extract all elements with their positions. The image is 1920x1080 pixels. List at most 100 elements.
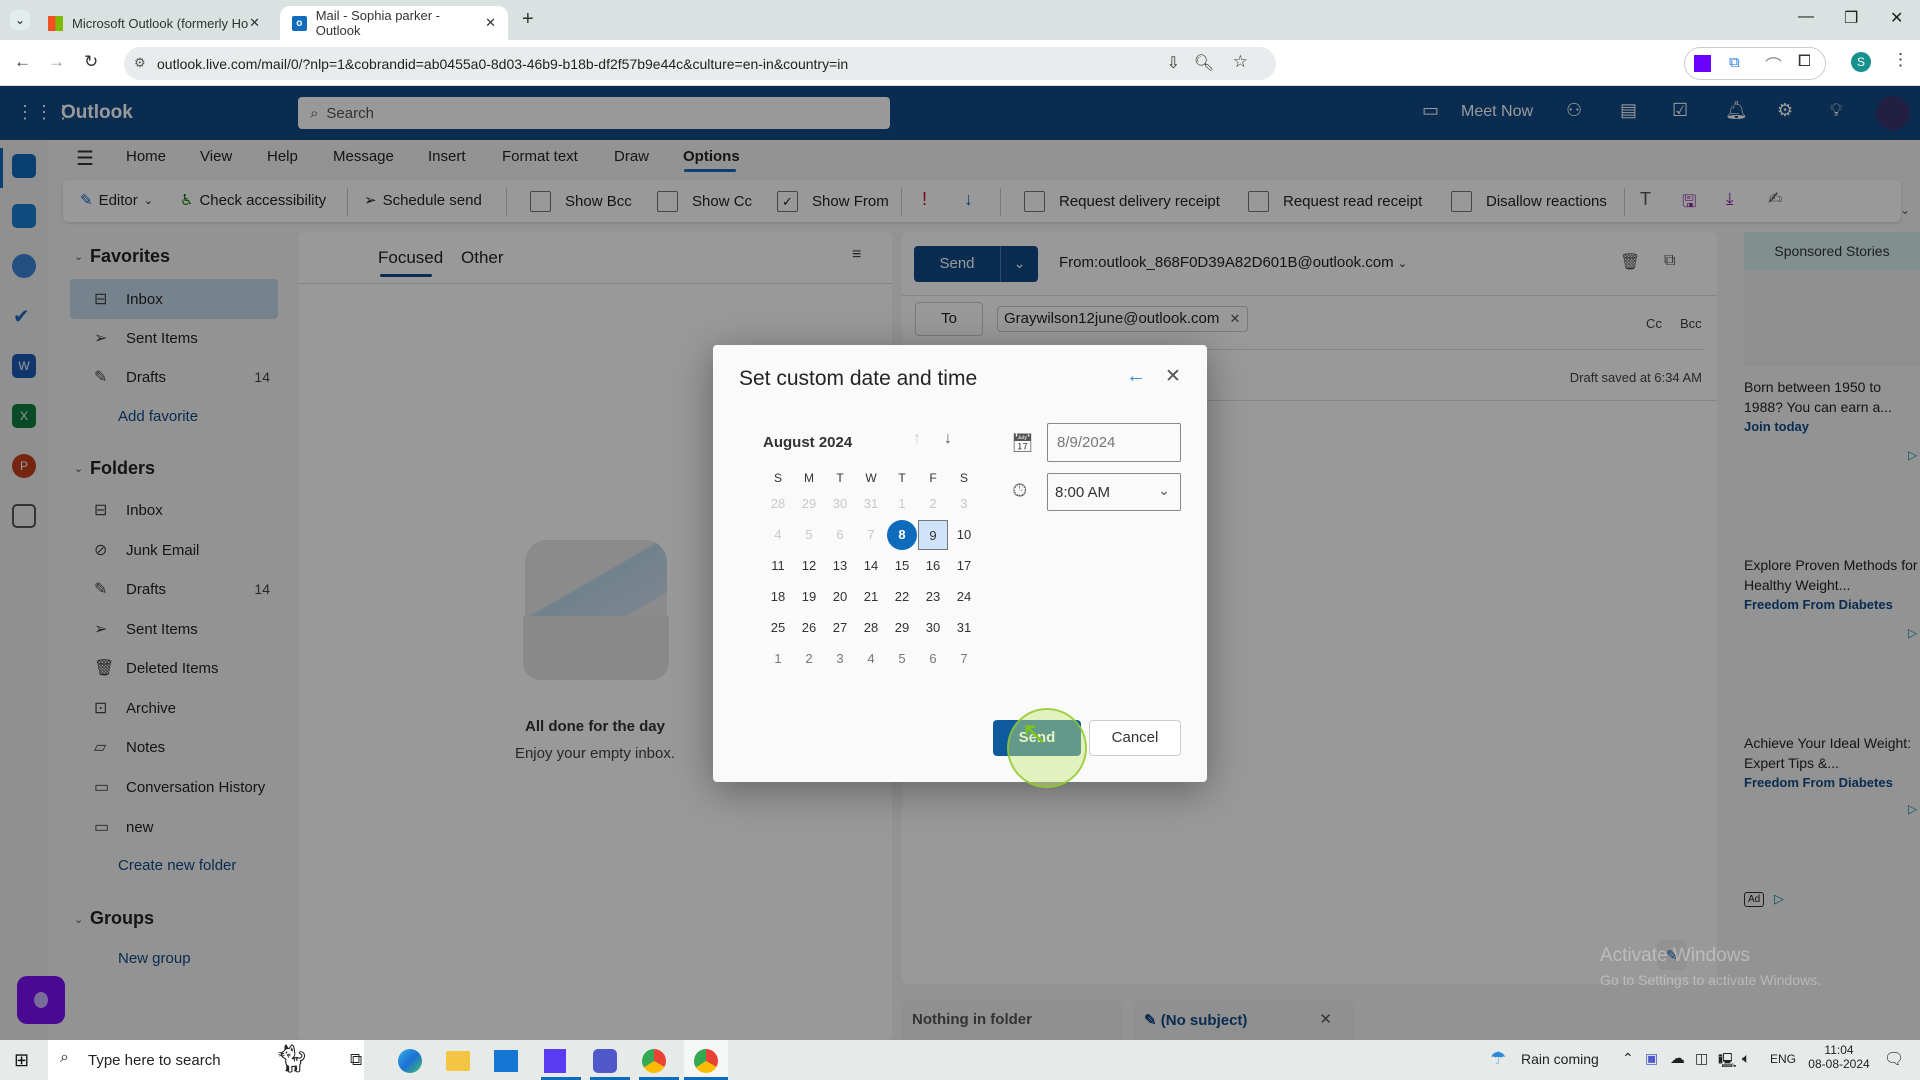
- onedrive-icon[interactable]: ☁: [1670, 1049, 1685, 1067]
- new-tab-button[interactable]: +: [522, 8, 534, 31]
- extension-icon[interactable]: ⌒: [1765, 52, 1782, 77]
- extension-icon[interactable]: [1694, 55, 1711, 72]
- weather-icon[interactable]: ☂: [1490, 1048, 1506, 1069]
- bookmark-star-icon[interactable]: ☆: [1233, 52, 1248, 72]
- close-dialog-icon[interactable]: ✕: [1165, 365, 1181, 388]
- calendar-day[interactable]: 12: [794, 551, 824, 581]
- calendar-day: 31: [863, 496, 879, 511]
- language-indicator[interactable]: ENG: [1770, 1052, 1796, 1066]
- calendar-day[interactable]: 7: [949, 644, 979, 674]
- close-tab-icon[interactable]: ✕: [249, 15, 260, 31]
- previous-month-arrow-icon[interactable]: ↑: [913, 430, 921, 448]
- restore-button[interactable]: ❐: [1844, 8, 1858, 28]
- extension-icon[interactable]: ⧉: [1729, 54, 1740, 71]
- calendar-grid: S M T W T F S 28 29 30 31 1 2 3 4 5 6 7 8 9 10 11 12 13 14 15 16 17…: [763, 463, 983, 683]
- minimize-button[interactable]: —: [1798, 8, 1814, 26]
- calendar-day[interactable]: 21: [856, 582, 886, 612]
- calendar-day: 28: [770, 496, 786, 511]
- search-icon: ⌕: [60, 1049, 69, 1066]
- browser-menu-icon[interactable]: ⋮: [1892, 50, 1909, 70]
- calendar-day[interactable]: 19: [794, 582, 824, 612]
- date-input[interactable]: 8/9/2024: [1047, 423, 1181, 462]
- chrome-icon[interactable]: [694, 1049, 718, 1073]
- calendar-day[interactable]: 5: [887, 644, 917, 674]
- calendar-month-label: August 2024: [763, 434, 853, 451]
- calendar-day[interactable]: 18: [763, 582, 793, 612]
- calendar-day: 30: [832, 496, 848, 511]
- task-view-icon[interactable]: ⧉: [350, 1050, 362, 1070]
- activate-windows-subtitle: Go to Settings to activate Windows.: [1600, 972, 1821, 988]
- forward-button[interactable]: →: [48, 52, 65, 72]
- dialog-title: Set custom date and time: [739, 367, 978, 390]
- next-month-arrow-icon[interactable]: ↓: [944, 430, 952, 448]
- calendar-day[interactable]: 27: [825, 613, 855, 643]
- calendar-day[interactable]: 17: [949, 551, 979, 581]
- calendar-day: 5: [805, 527, 813, 542]
- calendar-day[interactable]: 15: [887, 551, 917, 581]
- calendar-day[interactable]: 8: [887, 520, 917, 550]
- back-button[interactable]: ←: [14, 52, 31, 72]
- calendar-day: 2: [929, 496, 937, 511]
- calendar-day[interactable]: 16: [918, 551, 948, 581]
- calendar-day: 7: [867, 527, 875, 542]
- calendar-day: 3: [960, 496, 968, 511]
- address-bar[interactable]: ⚙ outlook.live.com/mail/0/?nlp=1&cobrand…: [124, 47, 1276, 80]
- calendar-day[interactable]: 14: [856, 551, 886, 581]
- network-icon[interactable]: 🖳︎: [1718, 1050, 1737, 1074]
- browser-tab-microsoft[interactable]: Microsoft Outlook (formerly Ho ✕: [36, 6, 272, 40]
- volume-icon[interactable]: 🔈︎: [1742, 1050, 1750, 1067]
- install-app-icon[interactable]: ⇩: [1167, 53, 1180, 73]
- windows-start-icon[interactable]: ⊞: [14, 1050, 29, 1071]
- outlook-icon: o: [292, 15, 307, 31]
- calendar-day[interactable]: 11: [763, 551, 793, 581]
- calendar-day[interactable]: 24: [949, 582, 979, 612]
- calendar-day[interactable]: 26: [794, 613, 824, 643]
- calendar-day[interactable]: 20: [825, 582, 855, 612]
- site-info-icon[interactable]: ⚙: [134, 55, 146, 71]
- close-tab-icon[interactable]: ✕: [485, 15, 496, 31]
- cat-illustration-icon: 🐈︎: [274, 1043, 310, 1074]
- tab-search-button[interactable]: ⌄: [10, 10, 30, 30]
- calendar-day[interactable]: 6: [918, 644, 948, 674]
- calendar-day: 4: [774, 527, 782, 542]
- close-window-button[interactable]: ✕: [1890, 8, 1903, 28]
- zoom-icon[interactable]: 🔍︎: [1194, 53, 1214, 73]
- calendar-day[interactable]: 30: [918, 613, 948, 643]
- calendar-day[interactable]: 22: [887, 582, 917, 612]
- mail-app-icon[interactable]: [494, 1050, 518, 1072]
- dialog-cancel-button[interactable]: Cancel: [1089, 720, 1181, 756]
- teams-tray-icon[interactable]: ▣: [1645, 1050, 1658, 1067]
- calendar-day[interactable]: 10: [949, 520, 979, 550]
- camera-icon[interactable]: ◫: [1695, 1050, 1708, 1067]
- calendar-day[interactable]: 23: [918, 582, 948, 612]
- weather-text[interactable]: Rain coming: [1521, 1051, 1599, 1067]
- calendar-day[interactable]: 28: [856, 613, 886, 643]
- file-explorer-icon[interactable]: [446, 1051, 470, 1071]
- edge-icon[interactable]: [398, 1049, 422, 1073]
- taskbar-search[interactable]: ⌕ Type here to search 🐈︎: [48, 1040, 364, 1080]
- clock-icon: 🕒︎: [1013, 481, 1027, 500]
- calendar-day[interactable]: 31: [949, 613, 979, 643]
- profile-avatar[interactable]: S: [1851, 52, 1871, 72]
- calendar-day[interactable]: 2: [794, 644, 824, 674]
- browser-tab-outlook[interactable]: o Mail - Sophia parker - Outlook ✕: [280, 6, 508, 40]
- chrome-icon[interactable]: [642, 1049, 666, 1073]
- calendar-day[interactable]: 13: [825, 551, 855, 581]
- reload-button[interactable]: ↻: [84, 52, 98, 72]
- calendar-day[interactable]: 29: [887, 613, 917, 643]
- time-select[interactable]: 8:00 AM ⌄: [1047, 473, 1181, 511]
- notifications-icon[interactable]: 🗨︎: [1884, 1049, 1904, 1069]
- calendar-day[interactable]: 1: [763, 644, 793, 674]
- puzzle-icon[interactable]: ⧠: [1798, 53, 1811, 71]
- calendar-day[interactable]: 25: [763, 613, 793, 643]
- calendar-day[interactable]: 3: [825, 644, 855, 674]
- pinned-app-icon[interactable]: [544, 1049, 566, 1073]
- calendar-day[interactable]: 4: [856, 644, 886, 674]
- back-arrow-icon[interactable]: ←: [1126, 365, 1146, 388]
- microsoft-logo-icon: [48, 15, 63, 31]
- teams-app-icon[interactable]: [593, 1049, 617, 1073]
- show-hidden-icons[interactable]: ⌃: [1622, 1050, 1634, 1067]
- clock[interactable]: 11:04 08-08-2024: [1804, 1043, 1874, 1071]
- activate-windows-title: Activate Windows: [1600, 945, 1750, 966]
- calendar-day[interactable]: 9: [918, 520, 948, 550]
